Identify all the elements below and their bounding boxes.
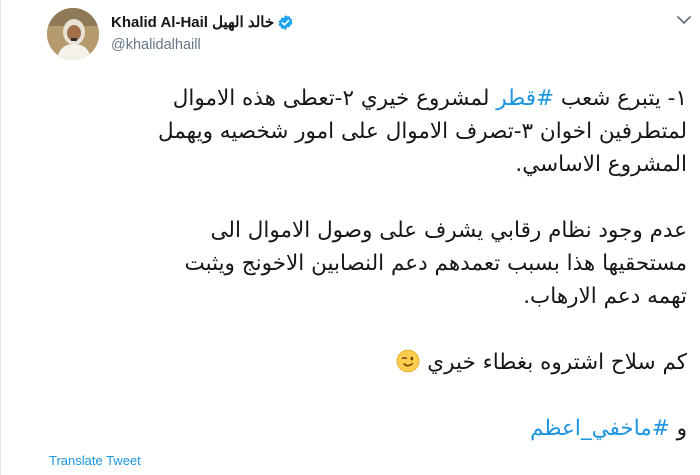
tweet-line-3: المشروع الاساسي. xyxy=(515,152,687,177)
hashtag-qatar-link[interactable]: #قطر xyxy=(496,86,554,111)
avatar[interactable] xyxy=(47,8,99,60)
tweet-line-2: لمتطرفين اخوان ٣-تصرف الاموال على امور ش… xyxy=(157,119,687,144)
tweet-line-7: كم سلاح اشتروه بغطاء خيري xyxy=(37,346,687,379)
tweet-line-6: تهمه دعم الارهاب. xyxy=(523,284,687,309)
author-handle[interactable]: @khalidalhaill xyxy=(111,37,294,53)
text-segment: ١- يتبرع شعب xyxy=(554,86,687,111)
verified-badge-icon xyxy=(277,14,294,31)
hashtag-hidden-greater-link[interactable]: #ماخفي_اعظم xyxy=(530,416,670,441)
chevron-down-icon[interactable] xyxy=(675,13,693,27)
tweet-card: Khalid Al-Hail خالد الهيل @khalidalhaill… xyxy=(0,0,700,475)
tweet-author: Khalid Al-Hail خالد الهيل @khalidalhaill xyxy=(111,13,294,53)
tweet-text: ١- يتبرع شعب #قطر لمشروع خيري ٢-تعطى هذه… xyxy=(37,82,687,445)
tweet-line-1: ١- يتبرع شعب #قطر لمشروع خيري ٢-تعطى هذه… xyxy=(37,82,687,115)
text-segment: لمشروع خيري ٢-تعطى هذه الاموال xyxy=(172,86,497,111)
author-name-row: Khalid Al-Hail خالد الهيل xyxy=(111,13,294,31)
tweet-line-5: مستحقيها هذا بسبب تعمدهم دعم النصابين ال… xyxy=(184,251,687,276)
winking-face-icon xyxy=(396,349,420,373)
text-segment: و xyxy=(669,416,687,441)
tweet-line-8: و #ماخفي_اعظم xyxy=(37,412,687,445)
translate-tweet-link[interactable]: Translate Tweet xyxy=(49,453,141,468)
author-display-name[interactable]: Khalid Al-Hail خالد الهيل xyxy=(111,13,274,31)
text-segment: كم سلاح اشتروه بغطاء خيري xyxy=(427,350,687,375)
tweet-line-4: عدم وجود نظام رقابي يشرف على وصول الاموا… xyxy=(210,218,688,243)
